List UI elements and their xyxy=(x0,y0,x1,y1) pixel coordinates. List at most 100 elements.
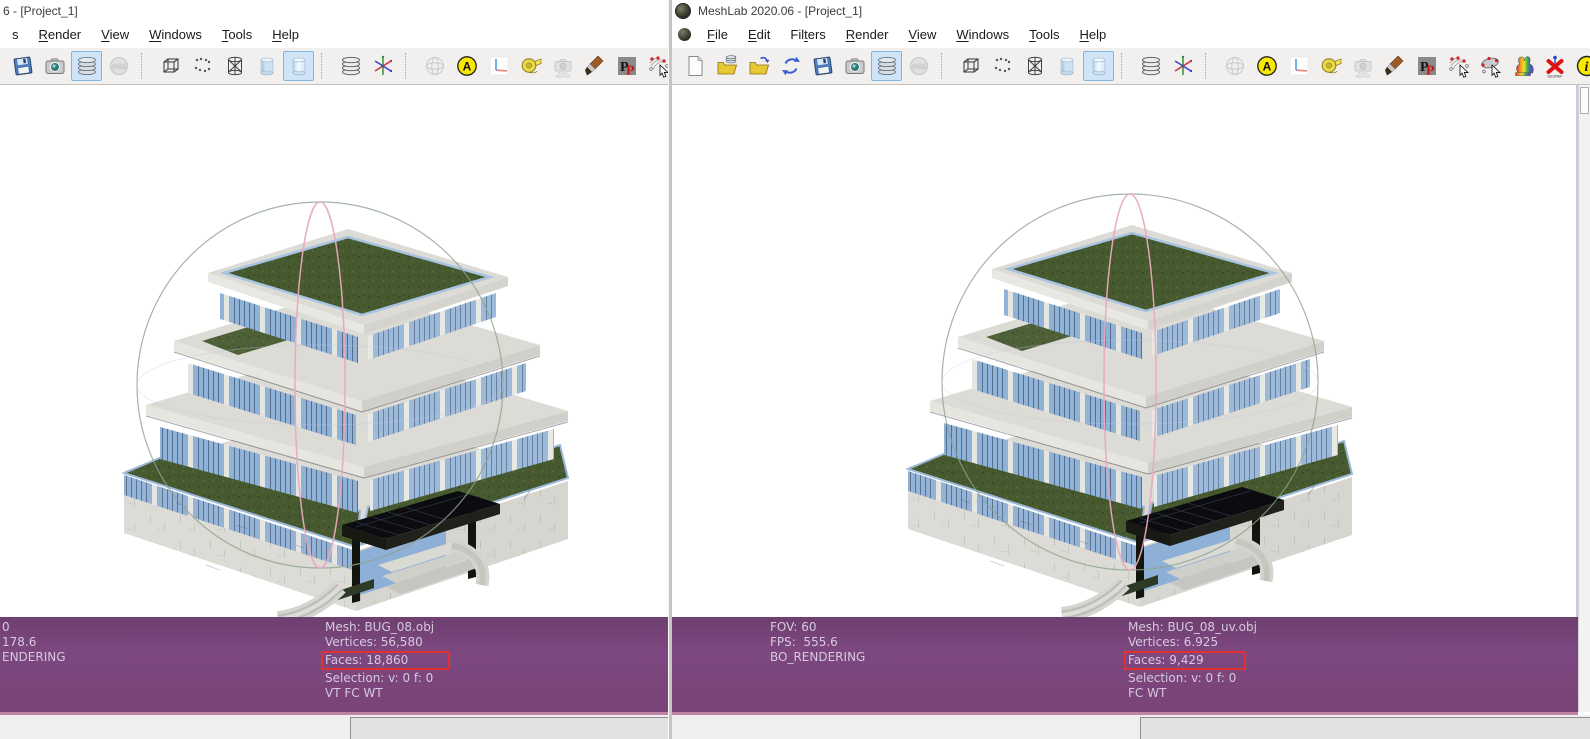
points-icon xyxy=(991,54,1015,78)
cyl-smooth-button[interactable] xyxy=(1083,51,1114,81)
show-axes-icon xyxy=(487,54,511,78)
layers-button[interactable] xyxy=(871,51,902,81)
axis-cross-icon xyxy=(371,54,395,78)
tape-button[interactable] xyxy=(1315,51,1346,81)
show-axes-button[interactable] xyxy=(1283,51,1314,81)
menu-file[interactable]: File xyxy=(697,27,738,42)
menu-help[interactable]: Help xyxy=(1069,27,1116,42)
new-doc-icon xyxy=(683,54,707,78)
tape-button[interactable] xyxy=(515,51,546,81)
menu-windows[interactable]: Windows xyxy=(946,27,1019,42)
axis-cross-button[interactable] xyxy=(1167,51,1198,81)
layers-button[interactable] xyxy=(71,51,102,81)
show-axes-button[interactable] xyxy=(483,51,514,81)
menu-tools[interactable]: Tools xyxy=(212,27,262,42)
menu-view[interactable]: View xyxy=(898,27,946,42)
raster-globe-icon xyxy=(907,54,931,78)
toolbar xyxy=(672,48,1590,85)
vertices-count: Vertices: 6.925 xyxy=(1128,635,1257,650)
hud-band: FOV: 60FPS: 555.6BO_RENDERING Mesh: BUG_… xyxy=(672,617,1578,715)
bbox-cube-button[interactable] xyxy=(155,51,186,81)
decorate-a-button[interactable] xyxy=(451,51,482,81)
meshlab-window-left: 6 - [Project_1] sRenderViewWindowsToolsH… xyxy=(0,0,668,739)
layer-panel-stub[interactable] xyxy=(1140,717,1590,739)
cyl-smooth-button[interactable] xyxy=(283,51,314,81)
menu-help[interactable]: Help xyxy=(262,27,309,42)
menu-filters[interactable]: Filters xyxy=(780,27,835,42)
cyl-flat-icon xyxy=(1055,54,1079,78)
reload-icon xyxy=(779,54,803,78)
align-ellipse-icon xyxy=(1479,54,1503,78)
toolbar-separator xyxy=(141,53,150,79)
menu-render[interactable]: Render xyxy=(29,27,92,42)
stack-wire-button[interactable] xyxy=(1135,51,1166,81)
raster-cam-button[interactable] xyxy=(547,51,578,81)
rendering-mode: BO_RENDERING xyxy=(770,650,865,665)
brush-button[interactable] xyxy=(579,51,610,81)
menu-items: FileEditFiltersRenderViewWindowsToolsHel… xyxy=(697,27,1116,42)
snapshot-button[interactable] xyxy=(839,51,870,81)
menu-windows[interactable]: Windows xyxy=(139,27,212,42)
toolbar-separator xyxy=(321,53,330,79)
new-doc-button[interactable] xyxy=(679,51,710,81)
titlebar: 6 - [Project_1] xyxy=(0,0,668,21)
raster-cam-button[interactable] xyxy=(1347,51,1378,81)
align-points-button[interactable] xyxy=(643,51,668,81)
raster-globe-button[interactable] xyxy=(103,51,134,81)
align-ellipse-button[interactable] xyxy=(1475,51,1506,81)
faces-count: Faces: 9,429 xyxy=(1124,651,1246,670)
menu-render[interactable]: Render xyxy=(836,27,899,42)
pp-icon xyxy=(615,54,639,78)
stack-wire-button[interactable] xyxy=(335,51,366,81)
brush-icon xyxy=(1383,54,1407,78)
vertical-scrollbar[interactable] xyxy=(1578,85,1590,712)
wire-cage-button[interactable] xyxy=(219,51,250,81)
viewport-3d[interactable] xyxy=(0,85,668,617)
brush-button[interactable] xyxy=(1379,51,1410,81)
bottom-panel xyxy=(672,715,1590,739)
menu-s[interactable]: s xyxy=(2,27,29,42)
save-icon xyxy=(11,54,35,78)
mesh-flags: FC WT xyxy=(1128,686,1257,701)
trackball-button[interactable] xyxy=(1219,51,1250,81)
wire-cage-button[interactable] xyxy=(1019,51,1050,81)
meshlab-logo-icon xyxy=(675,3,691,19)
toolbar-separator xyxy=(941,53,950,79)
layer-panel-stub[interactable] xyxy=(350,717,668,739)
trackball-button[interactable] xyxy=(419,51,450,81)
georef-button[interactable] xyxy=(1539,51,1570,81)
bbox-cube-button[interactable] xyxy=(955,51,986,81)
viewport-3d[interactable] xyxy=(672,85,1578,617)
reload-button[interactable] xyxy=(775,51,806,81)
align-points-icon xyxy=(647,54,669,78)
pp-button[interactable] xyxy=(1411,51,1442,81)
points-button[interactable] xyxy=(987,51,1018,81)
snapshot-button[interactable] xyxy=(39,51,70,81)
menu-tools[interactable]: Tools xyxy=(1019,27,1069,42)
pp-button[interactable] xyxy=(611,51,642,81)
axis-cross-button[interactable] xyxy=(367,51,398,81)
hud-left-column: FOV: 60FPS: 555.6BO_RENDERING xyxy=(770,620,865,665)
cyl-flat-button[interactable] xyxy=(1051,51,1082,81)
open-project-button[interactable] xyxy=(711,51,742,81)
brush-icon xyxy=(583,54,607,78)
building-model-rendering xyxy=(672,85,1576,617)
axis-cross-icon xyxy=(1171,54,1195,78)
save-button[interactable] xyxy=(807,51,838,81)
raster-globe-button[interactable] xyxy=(903,51,934,81)
open-mesh-button[interactable] xyxy=(743,51,774,81)
info-button[interactable] xyxy=(1571,51,1590,81)
menu-view[interactable]: View xyxy=(91,27,139,42)
decorate-a-button[interactable] xyxy=(1251,51,1282,81)
bunny-button[interactable] xyxy=(1507,51,1538,81)
scrollbar-thumb[interactable] xyxy=(1580,87,1589,114)
align-points-button[interactable] xyxy=(1443,51,1474,81)
menu-edit[interactable]: Edit xyxy=(738,27,780,42)
points-button[interactable] xyxy=(187,51,218,81)
save-button[interactable] xyxy=(7,51,38,81)
cyl-flat-icon xyxy=(255,54,279,78)
cyl-flat-button[interactable] xyxy=(251,51,282,81)
stack-wire-icon xyxy=(339,54,363,78)
decorate-a-icon xyxy=(1255,54,1279,78)
titlebar: MeshLab 2020.06 - [Project_1] xyxy=(672,0,1590,21)
